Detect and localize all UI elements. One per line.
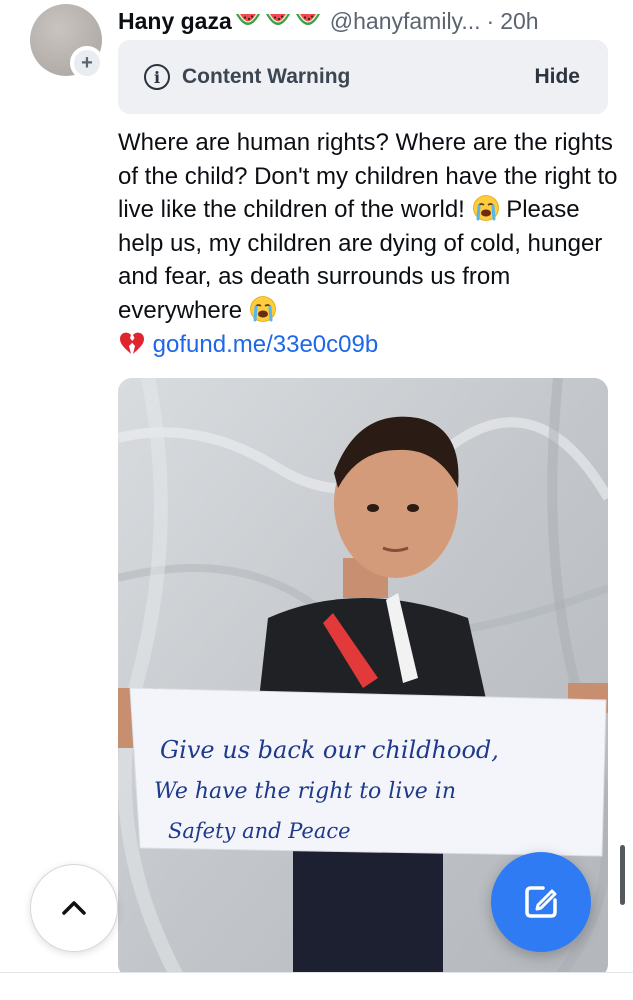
- info-icon: i: [144, 64, 170, 90]
- sign-line-3: Safety and Peace: [168, 819, 351, 843]
- follow-plus-icon[interactable]: +: [70, 46, 104, 80]
- sign-line-1: Give us back our childhood,: [160, 736, 499, 764]
- loudly-crying-face-icon: [472, 195, 499, 222]
- post-body: Where are human rights? Where are the ri…: [118, 126, 618, 361]
- scroll-to-top-button[interactable]: [30, 864, 118, 952]
- watermelon-icon: [265, 14, 290, 25]
- content-warning-banner[interactable]: i Content Warning Hide: [118, 40, 608, 114]
- scrollbar-thumb[interactable]: [620, 845, 625, 905]
- compose-button[interactable]: [491, 852, 591, 952]
- post-header: Hany gaza @hanyfamily... · 20h: [118, 4, 613, 38]
- author-handle[interactable]: @hanyfamily...: [330, 8, 481, 35]
- post-timestamp[interactable]: 20h: [500, 8, 538, 35]
- compose-icon: [525, 886, 557, 918]
- watermelon-icon: [295, 14, 320, 25]
- chevron-up-icon: [62, 901, 86, 915]
- bottom-tab-bar: [0, 973, 633, 1000]
- author-display-name[interactable]: Hany gaza: [118, 8, 232, 35]
- loudly-crying-face-icon: [249, 296, 276, 322]
- content-warning-label: Content Warning: [182, 65, 351, 88]
- broken-heart-icon: [120, 332, 144, 354]
- watermelon-icon: [235, 14, 260, 25]
- hide-button[interactable]: Hide: [534, 65, 580, 89]
- author-emoji-list: [234, 10, 322, 32]
- gofund-link[interactable]: gofund.me/33e0c09b: [153, 331, 379, 358]
- header-separator: ·: [486, 7, 495, 34]
- sign-line-2: We have the right to live in: [154, 779, 456, 804]
